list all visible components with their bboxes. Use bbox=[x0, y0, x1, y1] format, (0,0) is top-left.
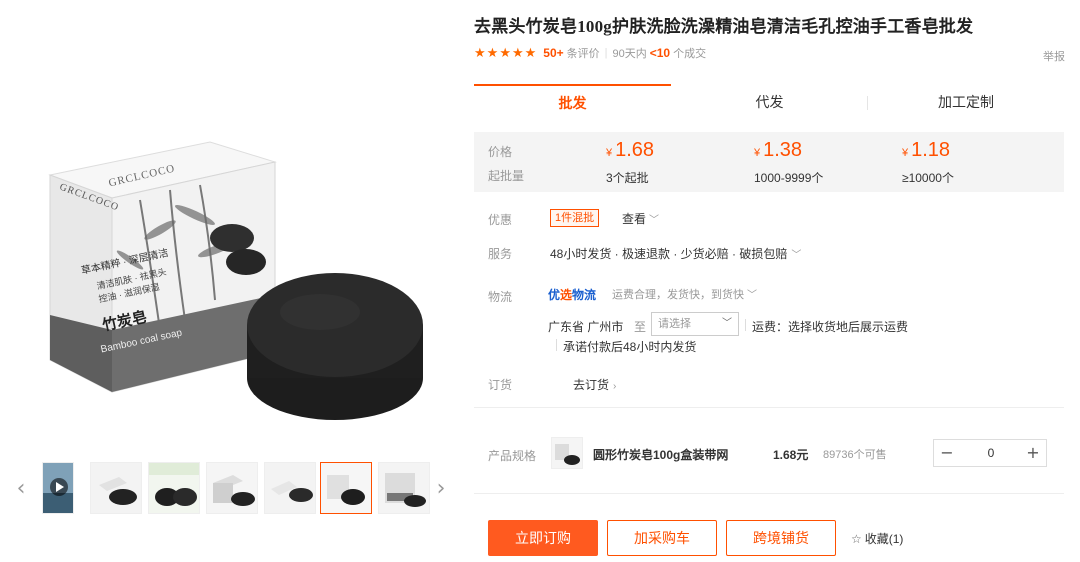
promo-label: 优惠 bbox=[488, 213, 513, 227]
price-tier-1: ¥1.68 3个起批 bbox=[606, 138, 654, 186]
period-label: 90天内 bbox=[612, 48, 647, 60]
service-text: 48小时发货 · 极速退款 · 少货必赔 · 破损包赔 bbox=[550, 247, 788, 261]
increment-button[interactable]: + bbox=[1020, 440, 1046, 466]
chevron-right-icon[interactable]: › bbox=[432, 476, 450, 502]
logistics-label: 物流 bbox=[488, 290, 513, 304]
promo-tag: 1件混批 bbox=[550, 209, 600, 227]
favorite-button[interactable]: ☆ 收藏(1) bbox=[851, 530, 903, 547]
price-tiers: 价格 起批量 ¥1.68 3个起批 ¥1.38 1000-9999个 ¥1.18… bbox=[474, 132, 1064, 192]
divider bbox=[556, 339, 557, 351]
tab-wholesale[interactable]: 批发 bbox=[474, 84, 671, 122]
tab-custom-processing[interactable]: 加工定制 bbox=[868, 84, 1064, 122]
moq-label: 起批量 bbox=[488, 169, 525, 183]
star-icon: ★ bbox=[511, 45, 524, 61]
purchase-mode-tabs: 批发 代发 加工定制 bbox=[474, 84, 1064, 122]
divider-line bbox=[474, 493, 1064, 494]
currency-symbol: ¥ bbox=[754, 147, 761, 159]
tier-qty: 3个起批 bbox=[606, 171, 649, 185]
thumbnail-5[interactable] bbox=[264, 462, 316, 514]
price-tier-3: ¥1.18 ≥10000个 bbox=[902, 138, 954, 186]
currency-symbol: ¥ bbox=[902, 147, 909, 159]
meta-divider: | bbox=[604, 47, 608, 59]
logistics-desc[interactable]: 运费合理，发货快，到货快 ﹀ bbox=[612, 286, 757, 302]
chevron-down-icon: ﹀ bbox=[791, 250, 802, 261]
sku-thumbnail[interactable] bbox=[551, 437, 583, 469]
thumbnail-3[interactable] bbox=[148, 462, 200, 514]
tier-qty: ≥10000个 bbox=[902, 171, 954, 185]
decrement-button[interactable]: − bbox=[934, 440, 960, 466]
chevron-left-icon[interactable]: ‹ bbox=[12, 476, 30, 502]
tier-price: 1.68 bbox=[615, 139, 655, 161]
chevron-down-icon: ﹀ bbox=[649, 215, 660, 226]
currency-symbol: ¥ bbox=[606, 147, 613, 159]
star-icon: ★ bbox=[474, 45, 486, 61]
logistics-brand: 优选物流 bbox=[548, 288, 597, 302]
service-label: 服务 bbox=[488, 247, 513, 261]
star-outline-icon: ☆ bbox=[851, 532, 862, 546]
buy-now-button[interactable]: 立即订购 bbox=[488, 520, 598, 556]
thumbnail-strip: ‹ › bbox=[12, 458, 452, 520]
favorite-label: 收藏(1) bbox=[864, 532, 904, 546]
sold-count: <10 bbox=[649, 46, 671, 60]
order-label: 订货 bbox=[488, 378, 513, 392]
chevron-right-icon: › bbox=[613, 381, 617, 392]
sku-price: 1.68元 bbox=[773, 448, 809, 462]
chevron-down-icon: ﹀ bbox=[722, 318, 732, 329]
sold-count-label: 个成交 bbox=[673, 48, 707, 60]
star-icon: ★ bbox=[486, 45, 499, 61]
shipping-promise: 承诺付款后48小时内发货 bbox=[563, 340, 697, 354]
destination-placeholder: 请选择 bbox=[658, 318, 691, 330]
add-to-cart-button[interactable]: 加采购车 bbox=[607, 520, 717, 556]
review-count[interactable]: 50+ bbox=[543, 46, 563, 60]
service-guarantees[interactable]: 48小时发货 · 极速退款 · 少货必赔 · 破损包赔 ﹀ bbox=[550, 245, 801, 262]
ship-from: 广东省 广州市 bbox=[548, 320, 624, 334]
go-order-link[interactable]: 去订货 › bbox=[573, 376, 616, 393]
tier-price: 1.38 bbox=[763, 139, 803, 161]
product-meta: ★ ★ ★ ★ ★ 50+ 条评价 | 90天内 <10 个成交 bbox=[474, 45, 706, 61]
tier-price: 1.18 bbox=[911, 139, 951, 161]
tab-dropship[interactable]: 代发 bbox=[671, 84, 868, 122]
thumbnail-2[interactable] bbox=[90, 462, 142, 514]
promo-view-label: 查看 bbox=[622, 212, 647, 226]
ship-to-label: 至 bbox=[634, 320, 647, 334]
star-icon: ★ bbox=[524, 45, 537, 61]
thumbnail-video[interactable] bbox=[42, 462, 74, 514]
destination-select[interactable]: 请选择 ﹀ bbox=[651, 312, 739, 336]
thumbnail-4[interactable] bbox=[206, 462, 258, 514]
review-count-label[interactable]: 条评价 bbox=[567, 45, 600, 61]
price-label: 价格 bbox=[488, 145, 513, 159]
chevron-down-icon: ﹀ bbox=[747, 290, 757, 301]
main-product-image[interactable]: GRCLCOCO GRCLCOCO 草本精粹 · 深层清洁 清洁肌肤 · 祛黑头… bbox=[0, 0, 460, 455]
quantity-stepper: − 0 + bbox=[933, 439, 1047, 467]
product-title: 去黑头竹炭皂100g护肤洗脸洗澡精油皂清洁毛孔控油手工香皂批发 bbox=[474, 17, 974, 36]
thumbnail-6[interactable] bbox=[320, 462, 372, 514]
divider-line bbox=[474, 407, 1064, 408]
sku-label: 产品规格 bbox=[488, 449, 537, 463]
rating-stars: ★ ★ ★ ★ ★ bbox=[474, 47, 537, 60]
report-link[interactable]: 举报 bbox=[1043, 48, 1065, 64]
sku-name: 圆形竹炭皂100g盒装带网 bbox=[593, 448, 729, 462]
star-icon: ★ bbox=[499, 45, 511, 61]
promo-view-more[interactable]: 查看 ﹀ bbox=[622, 210, 659, 227]
freight-info: 运费：选择收货地后展示运费 bbox=[752, 320, 909, 334]
sku-stock: 89736个可售 bbox=[823, 449, 887, 461]
divider bbox=[745, 319, 746, 331]
price-tier-2: ¥1.38 1000-9999个 bbox=[754, 138, 823, 186]
tier-qty: 1000-9999个 bbox=[754, 171, 824, 185]
thumbnail-7[interactable] bbox=[378, 462, 430, 514]
quantity-input[interactable]: 0 bbox=[964, 440, 1018, 466]
cross-border-button[interactable]: 跨境铺货 bbox=[726, 520, 836, 556]
